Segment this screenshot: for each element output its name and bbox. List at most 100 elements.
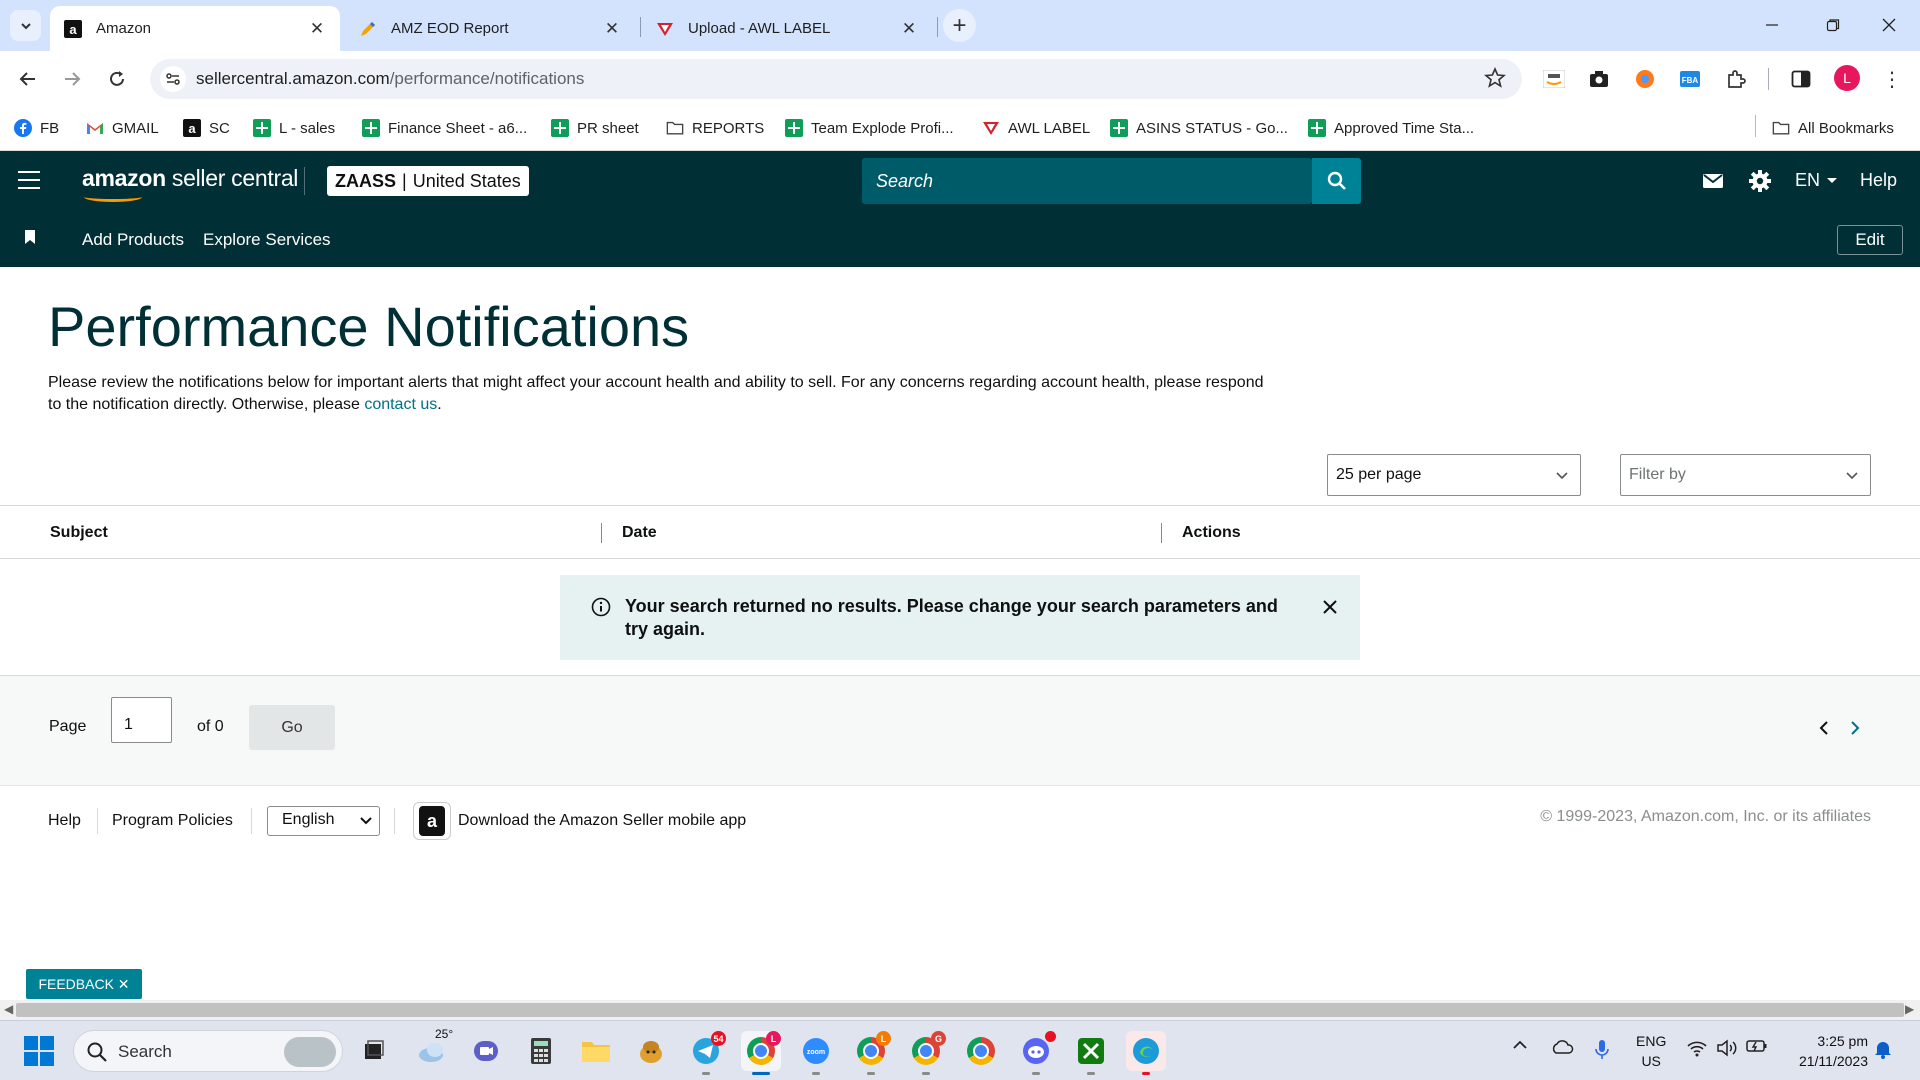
restore-button[interactable] xyxy=(1810,8,1856,42)
extensions-puzzle-icon[interactable] xyxy=(1722,65,1750,93)
close-window-button[interactable] xyxy=(1866,8,1912,42)
all-bookmarks[interactable]: All Bookmarks xyxy=(1772,116,1894,140)
teams-meet-icon[interactable] xyxy=(466,1031,506,1071)
windows-start-icon[interactable] xyxy=(24,1036,54,1066)
filter-by-select[interactable]: Filter by xyxy=(1620,454,1871,496)
amazon-seller-app-icon[interactable]: a xyxy=(413,802,451,840)
profile-avatar[interactable]: L xyxy=(1834,65,1860,91)
xbox-icon[interactable] xyxy=(1071,1031,1111,1075)
extension-amazon-icon[interactable] xyxy=(1540,65,1568,93)
bookmark-icon[interactable] xyxy=(24,230,36,249)
tab-amazon[interactable]: a Amazon ✕ xyxy=(50,6,340,51)
volume-icon[interactable] xyxy=(1716,1039,1738,1057)
taskbar-search[interactable]: Search xyxy=(73,1030,343,1072)
footer-help-link[interactable]: Help xyxy=(48,812,81,830)
extension-camera-icon[interactable] xyxy=(1585,65,1613,93)
new-tab-button[interactable]: + xyxy=(943,9,976,42)
taskbar-search-placeholder: Search xyxy=(118,1042,172,1061)
close-icon[interactable] xyxy=(1318,595,1342,619)
footer-language-select[interactable]: English xyxy=(267,806,380,836)
show-hidden-icons-chevron-icon[interactable] xyxy=(1512,1039,1528,1051)
column-header-date[interactable]: Date xyxy=(622,524,657,542)
forward-button[interactable] xyxy=(56,63,88,95)
taskbar-clock[interactable]: 3:25 pm 21/11/2023 xyxy=(1780,1031,1868,1071)
wifi-icon[interactable] xyxy=(1686,1039,1708,1057)
bookmark-star-icon[interactable] xyxy=(1483,66,1507,94)
bookmark-reports[interactable]: REPORTS xyxy=(666,116,764,140)
onedrive-cloud-icon[interactable] xyxy=(1550,1039,1574,1055)
bookmark-gmail[interactable]: GMAIL xyxy=(86,116,159,140)
file-explorer-icon[interactable] xyxy=(576,1031,616,1071)
bookmark-fb[interactable]: FB xyxy=(14,116,59,140)
mail-icon[interactable] xyxy=(1702,168,1724,194)
facebook-icon xyxy=(14,119,32,137)
header-help-link[interactable]: Help xyxy=(1860,170,1897,191)
extension-fba-icon[interactable]: FBA xyxy=(1676,65,1704,93)
per-page-select[interactable]: 25 per page xyxy=(1327,454,1581,496)
bookmark-asins-status[interactable]: ASINS STATUS - Go... xyxy=(1110,116,1288,140)
minimize-button[interactable] xyxy=(1749,8,1795,42)
scroll-left-icon[interactable]: ◀ xyxy=(4,1002,13,1016)
search-button[interactable] xyxy=(1312,158,1361,204)
close-icon[interactable]: ✕ xyxy=(898,18,920,40)
telegram-icon[interactable]: 54 xyxy=(686,1031,726,1075)
side-panel-icon[interactable] xyxy=(1787,65,1815,93)
bookmark-team-explode[interactable]: Team Explode Profi... xyxy=(785,116,954,140)
column-header-subject[interactable]: Subject xyxy=(50,524,108,542)
calculator-icon[interactable] xyxy=(521,1031,561,1071)
task-view-icon[interactable] xyxy=(354,1031,394,1071)
discord-icon[interactable] xyxy=(1016,1031,1056,1075)
go-button[interactable]: Go xyxy=(249,705,335,750)
tab-amz-eod-report[interactable]: AMZ EOD Report ✕ xyxy=(345,6,635,51)
edge-icon[interactable] xyxy=(1126,1031,1166,1075)
chrome-profile-l-icon[interactable]: L xyxy=(741,1031,781,1075)
edit-nav-button[interactable]: Edit xyxy=(1837,225,1903,255)
chrome-profile-orange-icon[interactable]: L xyxy=(851,1031,891,1075)
store-picker[interactable]: ZAASS | United States xyxy=(327,166,529,196)
chrome-icon[interactable] xyxy=(961,1031,1001,1071)
minimize-icon xyxy=(1766,24,1778,26)
battery-icon[interactable] xyxy=(1746,1039,1768,1053)
seller-central-logo[interactable]: amazon seller central xyxy=(82,165,298,202)
zoom-icon[interactable]: zoom xyxy=(796,1031,836,1075)
contact-us-link[interactable]: contact us xyxy=(364,396,437,413)
seller-search-input[interactable]: Search xyxy=(862,158,1312,204)
bookmark-pr-sheet[interactable]: PR sheet xyxy=(551,116,639,140)
next-page-icon[interactable] xyxy=(1849,720,1861,741)
weather-icon[interactable]: 25° xyxy=(413,1027,453,1071)
site-settings-icon[interactable] xyxy=(160,66,186,92)
input-language-indicator[interactable]: ENG US xyxy=(1636,1031,1666,1071)
chrome-profile-g-icon[interactable]: G xyxy=(906,1031,946,1075)
microphone-icon[interactable] xyxy=(1594,1039,1610,1061)
tab-upload-awl-label[interactable]: Upload - AWL LABEL ✕ xyxy=(642,6,932,51)
close-icon[interactable]: ✕ xyxy=(306,18,328,40)
explore-services-link[interactable]: Explore Services xyxy=(203,230,331,250)
bookmark-l-sales[interactable]: L - sales xyxy=(253,116,335,140)
bookmark-finance-sheet[interactable]: Finance Sheet - a6... xyxy=(362,116,527,140)
amazon-icon: a xyxy=(183,119,201,137)
horizontal-scrollbar[interactable]: ◀ ▶ xyxy=(0,1000,1920,1020)
program-policies-link[interactable]: Program Policies xyxy=(112,812,233,830)
reload-button[interactable] xyxy=(101,63,133,95)
bookmark-approved-time[interactable]: Approved Time Sta... xyxy=(1308,116,1474,140)
game-mascot-icon[interactable] xyxy=(631,1031,671,1071)
back-button[interactable] xyxy=(12,63,44,95)
bookmark-awl-label[interactable]: AWL LABEL xyxy=(982,116,1090,140)
extension-orange-icon[interactable] xyxy=(1631,65,1659,93)
download-app-link[interactable]: Download the Amazon Seller mobile app xyxy=(458,812,746,830)
notification-bell-icon[interactable] xyxy=(1874,1039,1892,1059)
language-selector[interactable]: EN xyxy=(1795,170,1838,191)
feedback-button[interactable]: FEEDBACK ✕ xyxy=(26,969,142,999)
hamburger-menu-icon[interactable] xyxy=(18,171,40,189)
add-products-link[interactable]: Add Products xyxy=(82,230,184,250)
scrollbar-thumb[interactable] xyxy=(16,1003,1904,1017)
scroll-right-icon[interactable]: ▶ xyxy=(1905,1002,1914,1016)
bookmark-sc[interactable]: a SC xyxy=(183,116,230,140)
close-icon[interactable]: ✕ xyxy=(601,18,623,40)
address-bar[interactable]: sellercentral.amazon.com/performance/not… xyxy=(150,59,1522,99)
browser-menu-icon[interactable]: ⋮ xyxy=(1880,65,1904,93)
gear-icon[interactable] xyxy=(1748,168,1772,194)
page-number-input[interactable] xyxy=(111,697,172,743)
tab-search-button[interactable] xyxy=(10,10,41,41)
previous-page-icon[interactable] xyxy=(1818,720,1830,741)
